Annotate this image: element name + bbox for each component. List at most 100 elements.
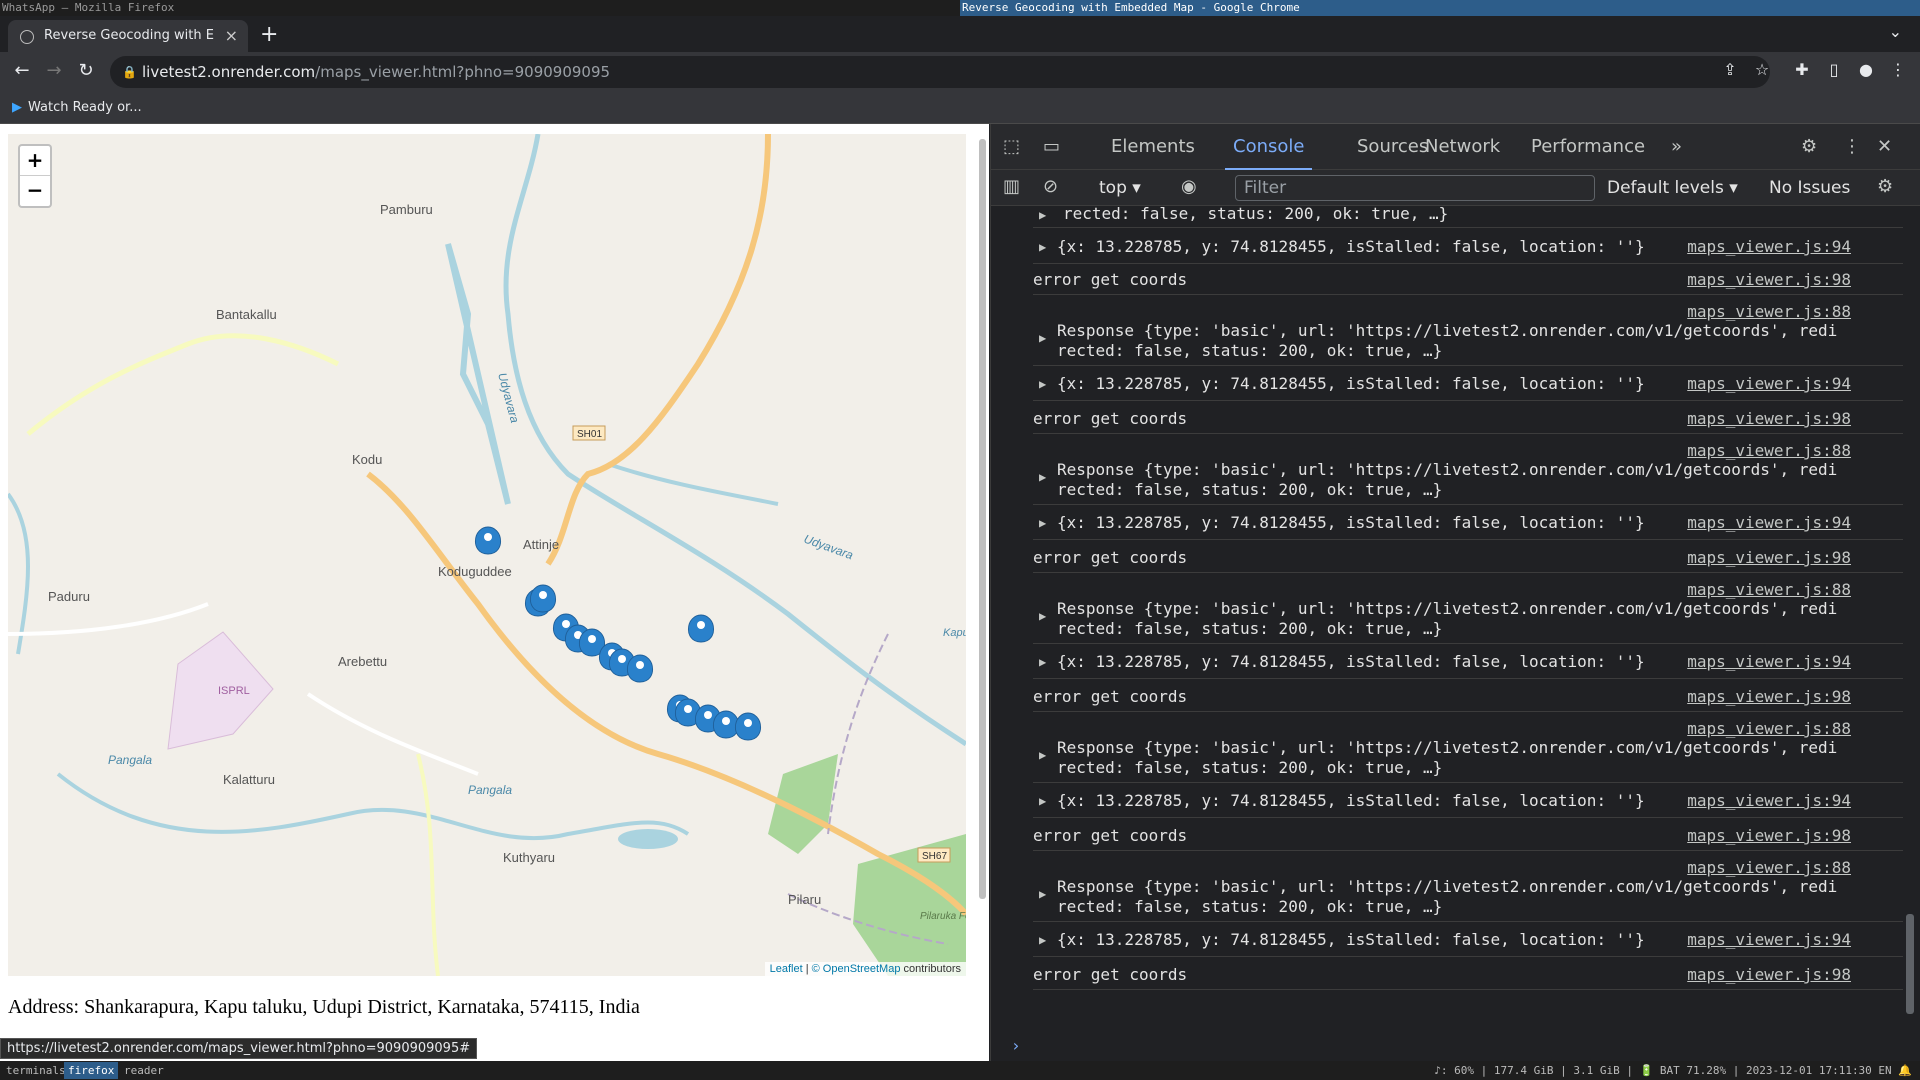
tab-elements[interactable]: Elements [1111, 124, 1195, 170]
expand-triangle-icon[interactable]: ▶ [1039, 794, 1046, 808]
close-devtools-icon[interactable]: ✕ [1877, 136, 1892, 157]
page-scrollbar-thumb[interactable] [979, 139, 986, 899]
console-text: {x: 13.228785, y: 74.8128455, isStalled:… [1057, 930, 1645, 949]
expand-triangle-icon[interactable]: ▶ [1039, 516, 1046, 530]
source-link[interactable]: maps_viewer.js:98 [1687, 270, 1851, 289]
source-link[interactable]: maps_viewer.js:94 [1687, 791, 1851, 810]
label-paduru: Paduru [48, 589, 90, 604]
map-marker[interactable] [734, 712, 762, 741]
customize-menu-icon[interactable]: ⋮ [1843, 136, 1861, 157]
zoom-in-button[interactable]: + [20, 146, 50, 176]
expand-triangle-icon[interactable]: ▶ [1039, 331, 1046, 345]
back-button[interactable]: ← [10, 60, 34, 81]
bookmark-star-icon[interactable]: ☆ [1750, 60, 1774, 79]
profile-icon[interactable]: ● [1854, 60, 1878, 79]
clear-console-icon[interactable]: ⊘ [1043, 176, 1058, 197]
bookmark-watch-ready[interactable]: ▶ Watch Ready or... [12, 98, 142, 118]
menu-icon[interactable]: ⋮ [1886, 60, 1910, 79]
workspace-terminals[interactable]: terminals [2, 1062, 70, 1079]
map-marker[interactable] [712, 710, 740, 739]
expand-triangle-icon[interactable]: ▶ [1039, 208, 1046, 222]
console-text: rected: false, status: 200, ok: true, …} [1057, 480, 1443, 499]
workspace-firefox[interactable]: firefox [64, 1062, 119, 1079]
source-link[interactable]: maps_viewer.js:98 [1687, 687, 1851, 706]
source-link[interactable]: maps_viewer.js:88 [1687, 719, 1851, 738]
source-link[interactable]: maps_viewer.js:94 [1687, 237, 1851, 256]
new-tab-button[interactable]: + [260, 22, 278, 47]
map-marker[interactable] [474, 526, 502, 555]
source-link[interactable]: maps_viewer.js:94 [1687, 652, 1851, 671]
tab-reverse-geocoding[interactable]: Reverse Geocoding with E × [8, 20, 248, 52]
chrome-window-title[interactable]: Reverse Geocoding with Embedded Map - Go… [960, 0, 1920, 16]
hover-url-status: https://livetest2.onrender.com/maps_view… [0, 1038, 478, 1059]
bookmark-label: Watch Ready or... [28, 100, 142, 115]
device-toolbar-icon[interactable]: ▭ [1043, 136, 1060, 157]
live-expression-eye-icon[interactable]: ◉ [1181, 176, 1197, 197]
label-bantakallu: Bantakallu [216, 307, 277, 322]
expand-triangle-icon[interactable]: ▶ [1039, 887, 1046, 901]
log-levels-dropdown[interactable]: Default levels ▾ [1607, 170, 1738, 206]
lock-icon[interactable]: 🔒 [122, 56, 137, 88]
share-icon[interactable]: ⇪ [1718, 60, 1742, 79]
console-log[interactable]: ▶ rected: false, status: 200, ok: true, … [991, 206, 1920, 1061]
expand-triangle-icon[interactable]: ▶ [1039, 933, 1046, 947]
forward-button[interactable]: → [42, 60, 66, 81]
console-toolbar: ▥ ⊘ top ▾ ◉ Filter Default levels ▾ No I… [991, 170, 1920, 206]
more-tabs-icon[interactable]: » [1671, 136, 1682, 157]
zoom-out-button[interactable]: − [20, 176, 50, 206]
map-marker[interactable] [529, 584, 557, 613]
console-filter-input[interactable]: Filter [1235, 175, 1595, 201]
tab-console[interactable]: Console [1225, 124, 1313, 170]
expand-triangle-icon[interactable]: ▶ [1039, 377, 1046, 391]
close-tab-icon[interactable]: × [225, 20, 238, 52]
source-link[interactable]: maps_viewer.js:98 [1687, 409, 1851, 428]
source-link[interactable]: maps_viewer.js:98 [1687, 548, 1851, 567]
tab-sources[interactable]: Sources [1357, 124, 1428, 170]
firefox-window-title[interactable]: WhatsApp — Mozilla Firefox [2, 0, 174, 16]
context-selector[interactable]: top ▾ [1099, 170, 1141, 206]
side-panel-icon[interactable]: ▯ [1822, 60, 1846, 79]
tab-search-button[interactable]: ⌄ [1889, 22, 1902, 41]
extensions-icon[interactable]: ✚ [1790, 60, 1814, 79]
inspect-element-icon[interactable]: ⬚ [1003, 136, 1020, 157]
address-bar[interactable]: 🔒 livetest2.onrender.com/maps_viewer.htm… [110, 56, 1770, 88]
source-link[interactable]: maps_viewer.js:98 [1687, 965, 1851, 984]
expand-triangle-icon[interactable]: ▶ [1039, 609, 1046, 623]
tab-performance[interactable]: Performance [1531, 124, 1645, 170]
wm-title-bar: WhatsApp — Mozilla Firefox Reverse Geoco… [0, 0, 1920, 16]
page-scrollbar[interactable] [977, 129, 987, 1055]
expand-triangle-icon[interactable]: ▶ [1039, 470, 1046, 484]
address-text: Address: Shankarapura, Kapu taluku, Udup… [8, 996, 640, 1018]
console-settings-icon[interactable]: ⚙ [1877, 176, 1893, 197]
workspace-reader[interactable]: reader [120, 1062, 168, 1079]
settings-gear-icon[interactable]: ⚙ [1801, 136, 1817, 157]
expand-triangle-icon[interactable]: ▶ [1039, 240, 1046, 254]
leaflet-link[interactable]: Leaflet [770, 963, 803, 975]
page-viewport: Pamburu Bantakallu Kodu Attinje Kodugudd… [0, 124, 989, 1061]
expand-triangle-icon[interactable]: ▶ [1039, 655, 1046, 669]
source-link[interactable]: maps_viewer.js:98 [1687, 826, 1851, 845]
source-link[interactable]: maps_viewer.js:94 [1687, 930, 1851, 949]
source-link[interactable]: maps_viewer.js:88 [1687, 441, 1851, 460]
console-scrollbar[interactable] [1906, 214, 1914, 1034]
source-link[interactable]: maps_viewer.js:94 [1687, 513, 1851, 532]
console-text: Response {type: 'basic', url: 'https://l… [1057, 460, 1838, 479]
leaflet-map[interactable]: Pamburu Bantakallu Kodu Attinje Kodugudd… [8, 134, 966, 976]
sidebar-toggle-icon[interactable]: ▥ [1003, 176, 1020, 197]
console-scrollbar-thumb[interactable] [1906, 914, 1914, 1014]
source-link[interactable]: maps_viewer.js:88 [1687, 858, 1851, 877]
tab-network[interactable]: Network [1425, 124, 1500, 170]
console-text: {x: 13.228785, y: 74.8128455, isStalled:… [1057, 237, 1645, 256]
map-marker[interactable] [626, 654, 654, 683]
source-link[interactable]: maps_viewer.js:88 [1687, 580, 1851, 599]
source-link[interactable]: maps_viewer.js:88 [1687, 302, 1851, 321]
reload-button[interactable]: ↻ [74, 60, 98, 81]
osm-link[interactable]: © OpenStreetMap [812, 963, 901, 975]
console-prompt[interactable]: › [1011, 1036, 1021, 1055]
expand-triangle-icon[interactable]: ▶ [1039, 748, 1046, 762]
map-marker[interactable] [687, 614, 715, 643]
map-tiles[interactable]: Pamburu Bantakallu Kodu Attinje Kodugudd… [8, 134, 966, 976]
source-link[interactable]: maps_viewer.js:94 [1687, 374, 1851, 393]
console-text: error get coords [1033, 409, 1188, 428]
issues-counter[interactable]: No Issues [1769, 170, 1850, 206]
